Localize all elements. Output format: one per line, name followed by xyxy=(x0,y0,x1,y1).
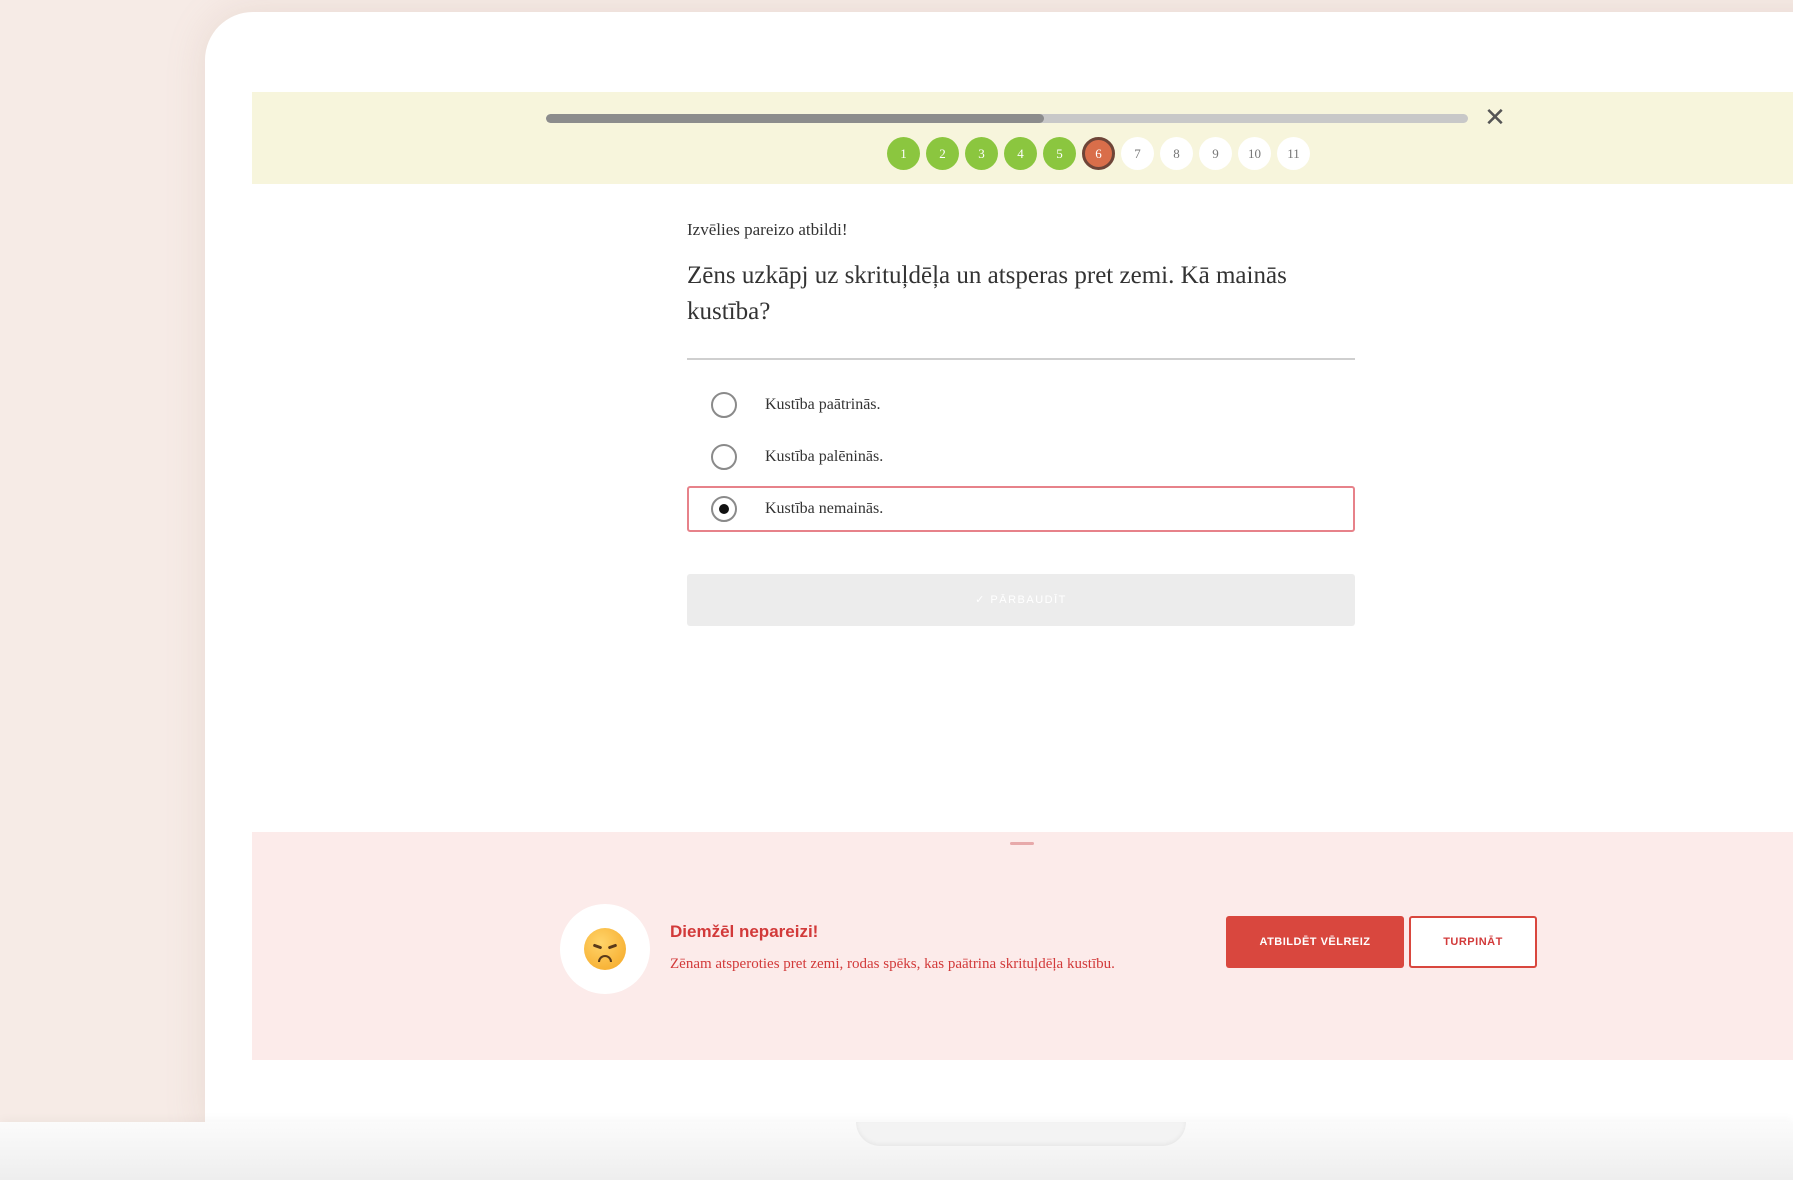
step-7: 7 xyxy=(1121,137,1154,170)
radio-button[interactable] xyxy=(711,444,737,470)
step-4: 4 xyxy=(1004,137,1037,170)
step-11: 11 xyxy=(1277,137,1310,170)
answer-option-label: Kustība paātrinās. xyxy=(765,396,881,413)
radio-selected-dot xyxy=(719,504,729,514)
progress-fill xyxy=(546,114,1044,123)
drag-handle[interactable] xyxy=(1010,842,1034,845)
retry-button[interactable]: ATBILDĒT VĒLREIZ xyxy=(1226,916,1404,968)
step-9: 9 xyxy=(1199,137,1232,170)
app-screen: ✕ 1 2 3 4 5 6 7 8 9 10 11 Izvēlies pareizo atbildi… xyxy=(252,92,1793,1060)
feedback-panel: Diemžēl nepareizi! Zēnam atsperoties pre… xyxy=(252,832,1793,1060)
step-1: 1 xyxy=(887,137,920,170)
step-3: 3 xyxy=(965,137,998,170)
emoji-badge xyxy=(560,904,650,994)
answer-option-label: Kustība nemainās. xyxy=(765,500,884,517)
question-text: Zēns uzkāpj uz skrituļdēļa un atsperas p… xyxy=(687,262,1287,325)
check-button[interactable]: ✓ PĀRBAUDĪT xyxy=(687,574,1355,626)
step-indicator: 1 2 3 4 5 6 7 8 9 10 11 xyxy=(252,137,1793,170)
progress-bar xyxy=(546,114,1468,123)
radio-button[interactable] xyxy=(711,392,737,418)
answer-option[interactable]: Kustība palēninās. xyxy=(687,434,1355,480)
feedback-explanation: Zēnam atsperoties pret zemi, rodas spēks… xyxy=(670,956,1115,972)
step-8: 8 xyxy=(1160,137,1193,170)
answer-option-label: Kustība palēninās. xyxy=(765,448,884,465)
step-2: 2 xyxy=(926,137,959,170)
feedback-title: Diemžēl nepareizi! xyxy=(670,922,819,941)
divider xyxy=(687,358,1355,360)
step-6: 6 xyxy=(1082,137,1115,170)
continue-button[interactable]: TURPINĀT xyxy=(1409,916,1537,968)
answer-options: Kustība paātrinās. Kustība palēninās. Ku… xyxy=(687,382,1355,532)
top-bar: ✕ 1 2 3 4 5 6 7 8 9 10 11 xyxy=(252,92,1793,184)
instruction-text: Izvēlies pareizo atbildi! xyxy=(687,220,848,239)
disappointed-face-icon xyxy=(584,928,626,970)
step-5: 5 xyxy=(1043,137,1076,170)
answer-option[interactable]: Kustība nemainās. xyxy=(687,486,1355,532)
radio-button[interactable] xyxy=(711,496,737,522)
laptop-notch xyxy=(856,1122,1186,1146)
close-icon[interactable]: ✕ xyxy=(1480,103,1510,133)
quiz-content: Izvēlies pareizo atbildi! Zēns uzkāpj uz… xyxy=(687,220,1355,626)
step-10: 10 xyxy=(1238,137,1271,170)
answer-option[interactable]: Kustība paātrinās. xyxy=(687,382,1355,428)
